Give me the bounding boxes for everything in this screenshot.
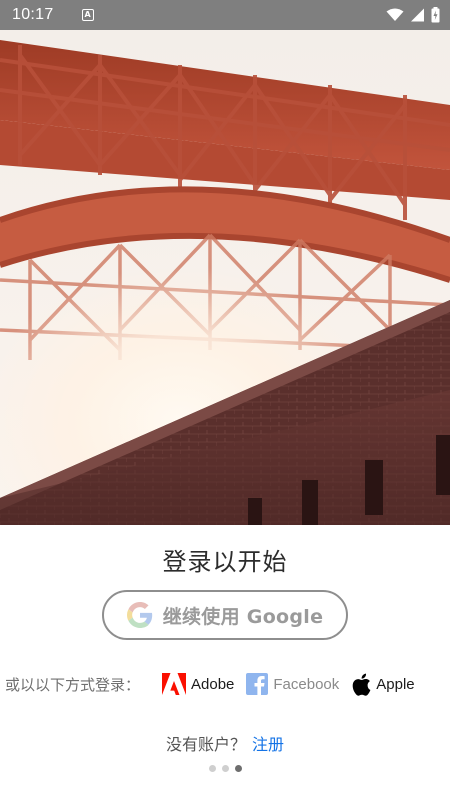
facebook-icon	[246, 673, 269, 695]
page-indicator	[0, 765, 450, 772]
page-dot[interactable]	[221, 765, 229, 772]
adobe-icon	[162, 673, 187, 695]
notification-icon: A	[81, 9, 94, 21]
google-icon	[126, 602, 152, 628]
no-account-text: 没有账户？	[165, 735, 246, 754]
status-bar: 10:17 A	[0, 0, 450, 30]
continue-with-google-button[interactable]: 继续使用 Google	[102, 590, 348, 640]
adobe-label: Adobe	[191, 675, 235, 693]
google-button-label: 继续使用 Google	[162, 605, 324, 628]
facebook-signin-button[interactable]: Facebook	[246, 673, 339, 695]
page-dot[interactable]	[208, 765, 216, 772]
signup-row: 没有账户？ 注册	[0, 731, 450, 755]
page-dot-active[interactable]	[234, 765, 242, 772]
golden-gate-bridge-photo	[0, 30, 450, 525]
apple-label: Apple	[376, 675, 415, 693]
adobe-signin-button[interactable]: Adobe	[162, 673, 234, 695]
apple-icon	[352, 673, 371, 696]
battery-charging-icon	[431, 7, 440, 23]
page-title: 登录以开始	[162, 548, 288, 576]
status-icons	[386, 7, 440, 23]
status-time: 10:17	[12, 6, 54, 23]
hero-photo	[0, 30, 450, 525]
alt-signin-row: 或以以下方式登录： Adobe Facebook Apple	[0, 668, 450, 700]
wifi-icon	[386, 8, 404, 21]
facebook-label: Facebook	[273, 675, 340, 693]
alt-signin-label: 或以以下方式登录：	[5, 675, 141, 694]
signup-link[interactable]: 注册	[252, 735, 284, 754]
cellular-signal-icon	[411, 8, 424, 22]
apple-signin-button[interactable]: Apple	[351, 673, 415, 696]
